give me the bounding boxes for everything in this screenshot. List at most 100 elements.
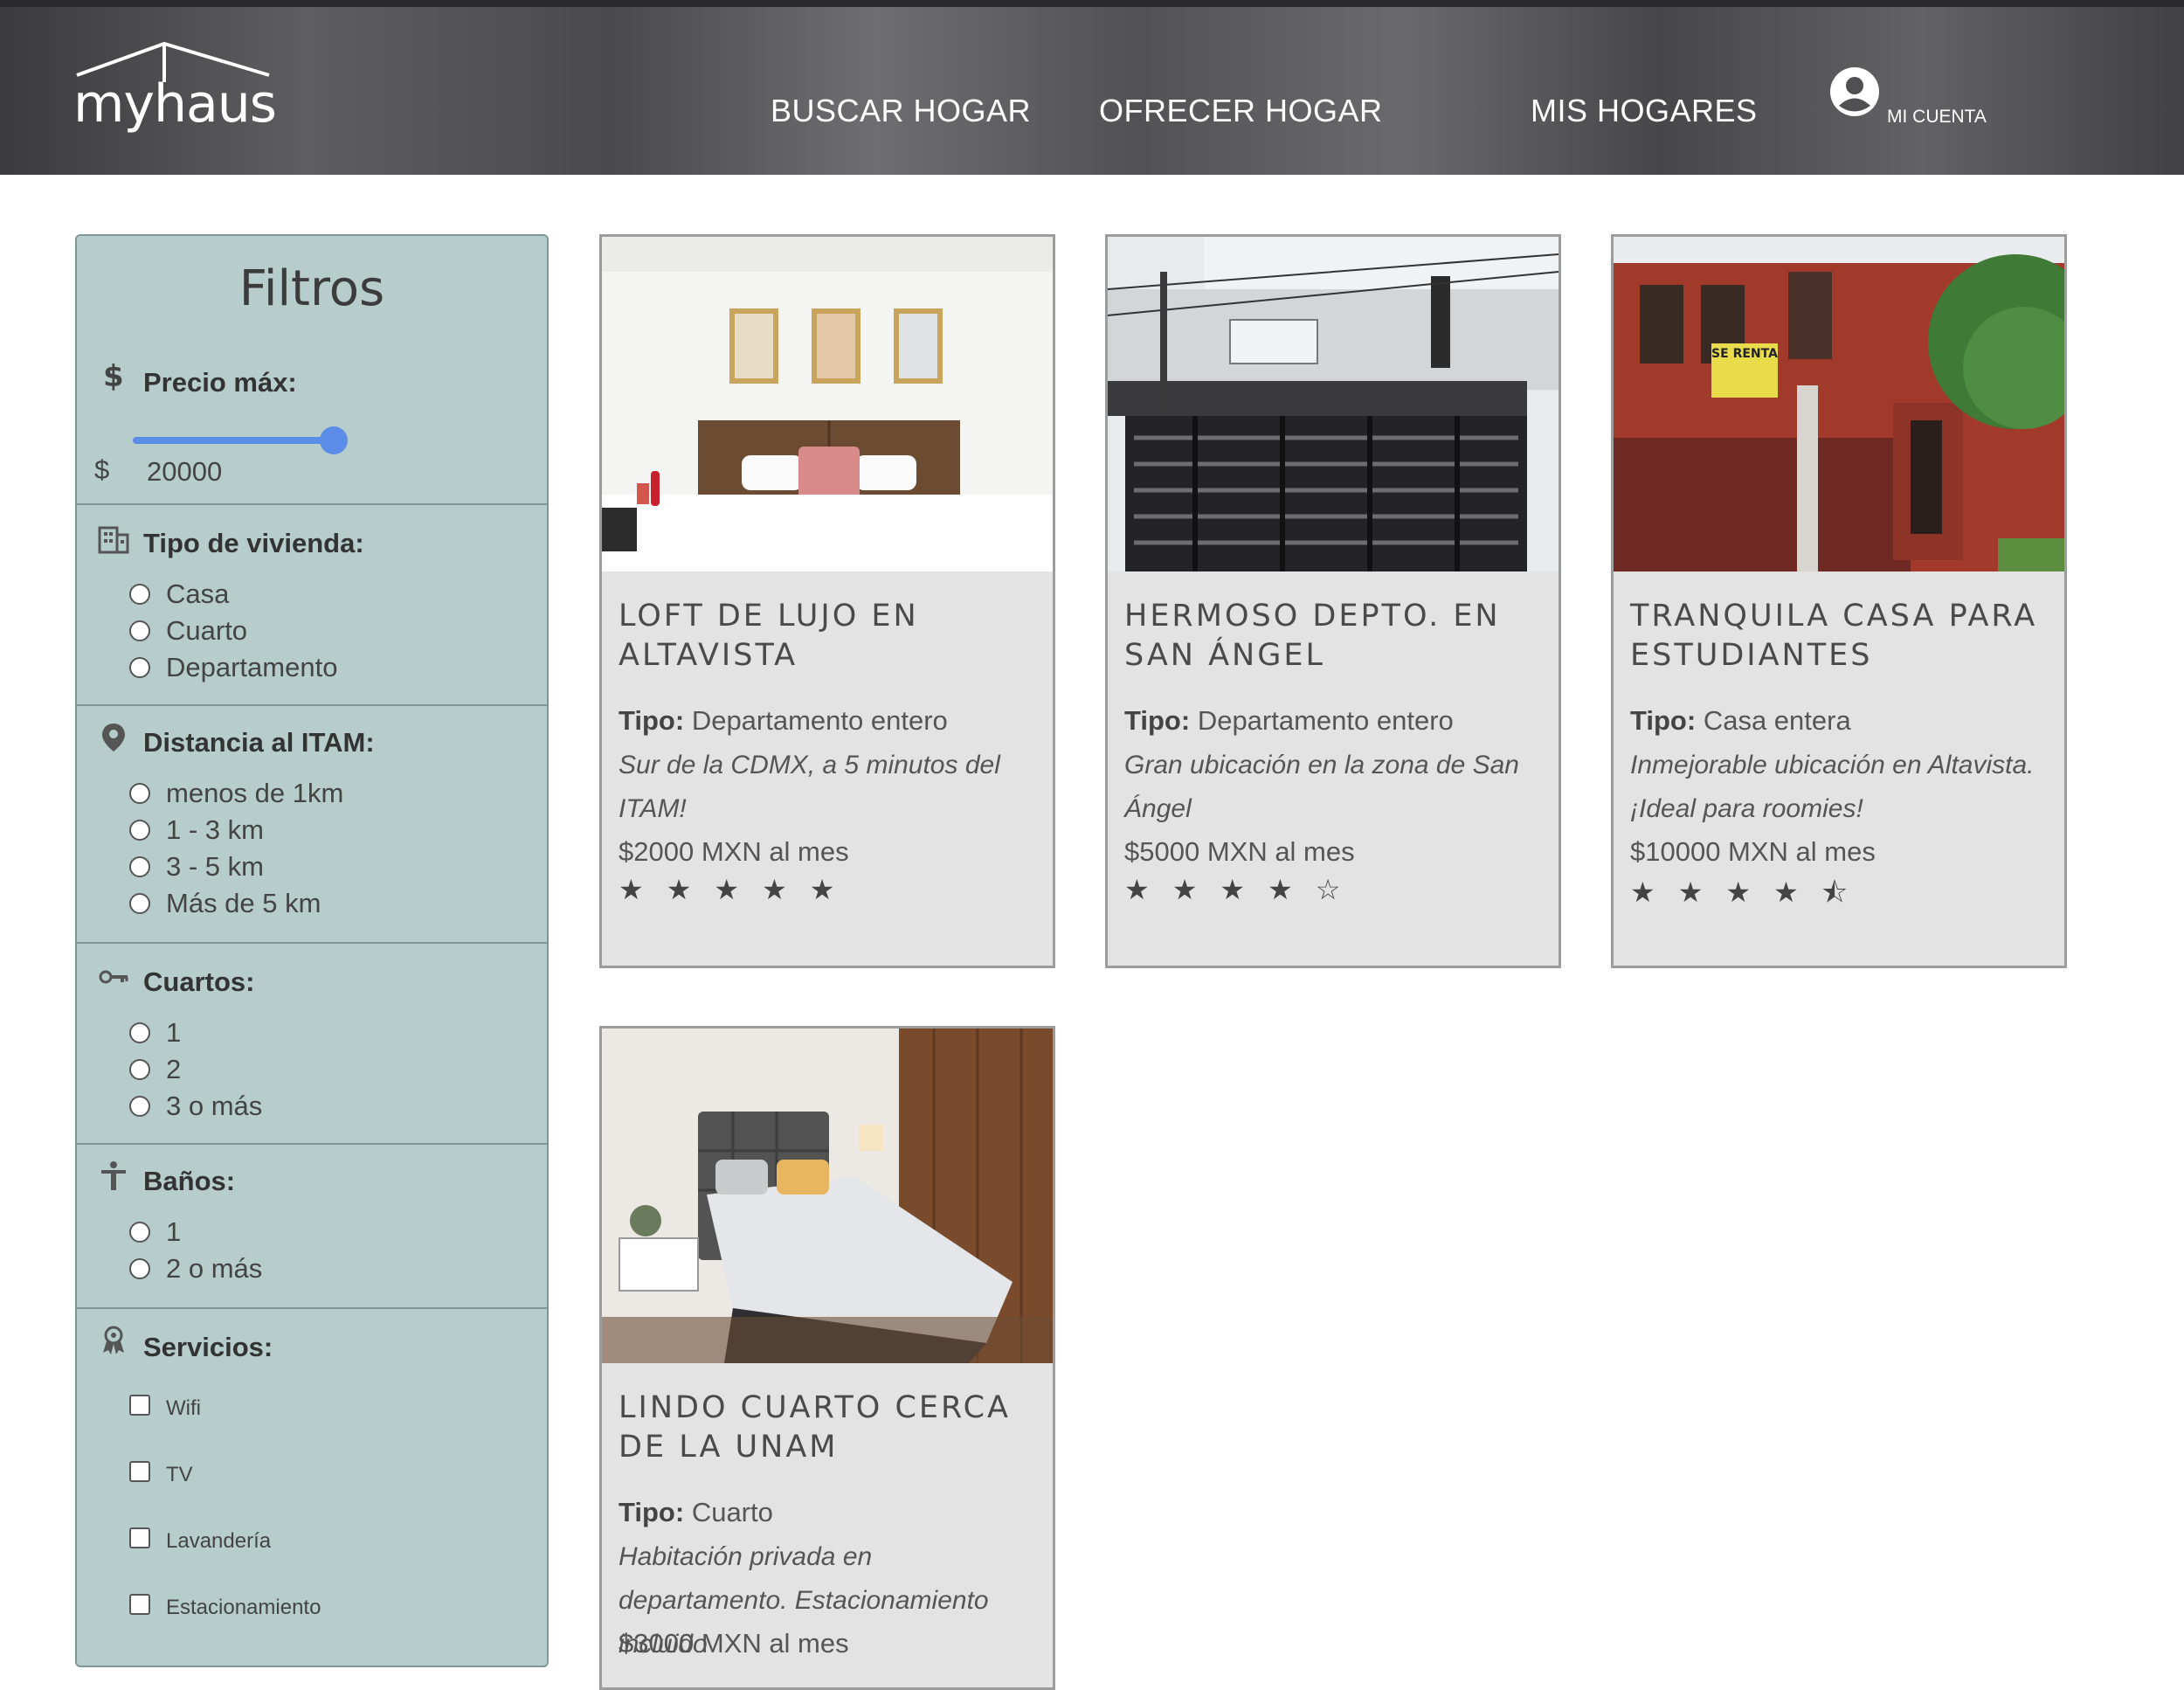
type-label: Tipo: [619, 1497, 685, 1527]
account-menu[interactable]: MI CUENTA [1829, 66, 2004, 136]
myhaus-logo[interactable]: myhaus [73, 38, 277, 135]
radio-button[interactable] [129, 893, 150, 914]
listing-title: LOFT DE LUJO EN ALTAVISTA [619, 599, 919, 673]
type-label: Tipo: [1630, 705, 1697, 736]
rating-stars: ★★★★⯪ [1630, 876, 1871, 909]
price-currency: $ [94, 454, 110, 485]
option-label: Casa [166, 578, 230, 609]
listing-type: Tipo: Casa entera [1630, 705, 1851, 737]
option-label: TV [166, 1463, 193, 1486]
key-icon [99, 970, 128, 984]
nav-ofrecer-hogar[interactable]: OFRECER HOGAR [1099, 93, 1383, 129]
dollar-icon: $ [103, 360, 124, 391]
type-label: Tipo: [1124, 705, 1191, 736]
checkbox[interactable] [129, 1594, 150, 1615]
listing-card[interactable]: LINDO CUARTO CERCA DE LA UNAM Tipo: Cuar… [599, 1026, 1055, 1690]
distance-label: Distancia al ITAM: [143, 727, 375, 758]
option-label: Departamento [166, 652, 338, 682]
price-slider-track[interactable] [133, 437, 335, 444]
price-slider-thumb[interactable] [320, 426, 348, 454]
radio-button[interactable] [129, 856, 150, 877]
listing-title: TRANQUILA CASA PARA ESTUDIANTES [1630, 599, 2038, 673]
radio-button[interactable] [129, 1096, 150, 1117]
option-label: 3 o más [166, 1091, 263, 1121]
listing-price: $2000 MXN al mes [619, 836, 849, 867]
listing-title: HERMOSO DEPTO. EN SAN ÁNGEL [1124, 599, 1501, 673]
listing-type: Tipo: Cuarto [619, 1497, 773, 1528]
bedroom-photo-icon [602, 237, 1053, 571]
radio-button[interactable] [129, 620, 150, 641]
housing-type-label: Tipo de vivienda: [143, 528, 364, 558]
radio-button[interactable] [129, 1258, 150, 1279]
baths-section: Baños: 1 2 o más [77, 1143, 547, 1309]
listing-type: Tipo: Departamento entero [619, 705, 948, 737]
checkbox[interactable] [129, 1395, 150, 1416]
max-price-input[interactable] [126, 453, 301, 491]
account-label: MI CUENTA [1887, 107, 1987, 127]
listing-card[interactable]: LOFT DE LUJO EN ALTAVISTA Tipo: Departam… [599, 234, 1055, 968]
location-pin-icon [102, 724, 125, 751]
housing-type-section: Tipo de vivienda: Casa Cuarto Departamen… [77, 503, 547, 706]
nav-mis-hogares[interactable]: MIS HOGARES [1531, 93, 1758, 129]
top-navbar: myhaus BUSCAR HOGAR OFRECER HOGAR MIS HO… [0, 0, 2184, 175]
se-renta-sign: SE RENTA [1711, 347, 1778, 361]
listing-description: Inmejorable ubicación en Altavista. ¡Ide… [1630, 751, 2035, 823]
option-label: 2 [166, 1054, 182, 1084]
checkbox[interactable] [129, 1527, 150, 1548]
radio-button[interactable] [129, 820, 150, 841]
listing-photo [602, 237, 1053, 571]
radio-button[interactable] [129, 1222, 150, 1243]
radio-button[interactable] [129, 783, 150, 804]
rooms-label: Cuartos: [143, 966, 255, 997]
listing-description: Gran ubicación en la zona de San Ángel [1124, 751, 1519, 823]
listing-card[interactable]: SE RENTA TRANQUILA CASA PARA ESTUDIANTES… [1611, 234, 2067, 968]
house-facade-photo-icon [1108, 237, 1559, 571]
option-label: menos de 1km [166, 778, 344, 808]
rating-stars: ★★★★★ [619, 873, 858, 906]
option-label: Cuarto [166, 615, 248, 646]
person-icon [101, 1161, 126, 1190]
radio-button[interactable] [129, 1022, 150, 1043]
svg-text:$: $ [103, 360, 124, 391]
services-label: Servicios: [143, 1332, 273, 1362]
listing-price: $10000 MXN al mes [1630, 836, 1876, 867]
option-label: 2 o más [166, 1253, 263, 1284]
rooms-section: Cuartos: 1 2 3 o más [77, 942, 547, 1145]
red-house-photo-icon: SE RENTA [1614, 237, 2064, 571]
type-value: Departamento entero [691, 705, 948, 736]
award-ribbon-icon [103, 1326, 124, 1354]
account-circle-icon [1830, 67, 1879, 116]
option-label: 1 - 3 km [166, 814, 264, 845]
rating-stars: ★★★★☆ [1124, 873, 1364, 906]
type-value: Cuarto [691, 1497, 773, 1527]
radio-button[interactable] [129, 657, 150, 678]
type-value: Casa entera [1703, 705, 1851, 736]
building-icon [98, 526, 129, 554]
type-label: Tipo: [619, 705, 685, 736]
listing-price: $5000 MXN al mes [1124, 836, 1355, 867]
option-label: 1 [166, 1017, 182, 1048]
distance-section: Distancia al ITAM: menos de 1km 1 - 3 km… [77, 704, 547, 944]
radio-button[interactable] [129, 584, 150, 605]
listing-card[interactable]: HERMOSO DEPTO. EN SAN ÁNGEL Tipo: Depart… [1105, 234, 1561, 968]
filters-title: Filtros [238, 260, 385, 317]
baths-label: Baños: [143, 1166, 236, 1196]
option-label: Lavandería [166, 1529, 272, 1553]
option-label: Wifi [166, 1396, 201, 1420]
checkbox[interactable] [129, 1461, 150, 1482]
nav-buscar-hogar[interactable]: BUSCAR HOGAR [771, 93, 1031, 129]
option-label: 1 [166, 1216, 182, 1247]
logo-text: myhaus [73, 73, 277, 135]
option-label: 3 - 5 km [166, 851, 264, 882]
listing-type: Tipo: Departamento entero [1124, 705, 1454, 737]
listing-photo: SE RENTA [1614, 237, 2064, 571]
filters-panel: Filtros $ Precio máx: $ Tipo de vivienda… [75, 234, 549, 1667]
listing-photo [1108, 237, 1559, 571]
price-label: Precio máx: [143, 367, 297, 398]
services-section: Servicios: Wifi TV Lavandería Estacionam… [77, 1307, 547, 1669]
option-label: Estacionamiento [166, 1596, 321, 1619]
bedroom-photo-icon [602, 1029, 1053, 1363]
radio-button[interactable] [129, 1059, 150, 1080]
listing-description: Sur de la CDMX, a 5 minutos del ITAM! [619, 751, 1000, 823]
listing-title: LINDO CUARTO CERCA DE LA UNAM [619, 1390, 1011, 1465]
